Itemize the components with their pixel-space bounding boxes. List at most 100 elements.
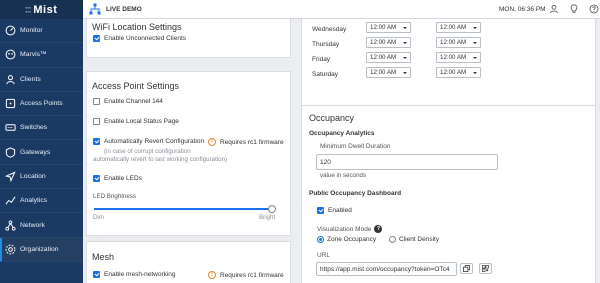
mist-logo[interactable]: ▪▪▪ ▪▪▪ Mist: [0, 0, 83, 19]
enable-local-status-checkbox[interactable]: [93, 118, 100, 125]
auto-revert-row[interactable]: Automatically Revert Configuration: [93, 138, 204, 145]
sidebar-item-organization[interactable]: Organization: [0, 237, 83, 262]
led-min-label: Dim: [93, 214, 104, 221]
sidebar-item-label: Marvis™: [20, 51, 47, 59]
end-time-value: 12:00 AM: [440, 24, 467, 31]
lightbulb-icon[interactable]: [569, 4, 579, 14]
qr-code-icon: [482, 265, 489, 272]
copy-url-button[interactable]: [460, 263, 473, 274]
start-time-select[interactable]: 12:00 AM: [366, 67, 411, 78]
auto-revert-note-1: (in case of corrupt configuration: [104, 148, 191, 155]
chevron-down-icon: [473, 71, 477, 74]
schedule-day-label: Saturday: [312, 71, 339, 78]
sidebar-item-analytics[interactable]: Analytics: [0, 189, 83, 214]
led-brightness-label: LED Brightness: [93, 193, 136, 200]
org-tree-icon: [89, 3, 101, 15]
end-time-select[interactable]: 12:00 AM: [436, 67, 481, 78]
sidebar-item-clients[interactable]: Clients: [0, 68, 83, 92]
chevron-down-icon: [403, 26, 407, 29]
analytics-icon: [4, 195, 16, 207]
access-point-settings-card: Access Point Settings Enable Channel 144…: [86, 71, 291, 236]
start-time-select[interactable]: 12:00 AM: [366, 22, 411, 33]
auto-revert-requires-text: Requires rc1 firmware: [220, 138, 284, 146]
enable-leds-row[interactable]: Enable LEDs: [93, 175, 142, 182]
end-time-select[interactable]: 12:00 AM: [436, 22, 481, 33]
question-icon[interactable]: ?: [374, 225, 383, 233]
enable-local-status-label: Enable Local Status Page: [104, 118, 179, 125]
dwell-duration-input[interactable]: 120: [316, 154, 498, 170]
viz-option-zone[interactable]: Zone Occupancy: [317, 236, 376, 243]
schedule-day-label: Friday: [312, 56, 331, 63]
enable-mesh-checkbox[interactable]: [93, 271, 100, 278]
end-time-value: 12:00 AM: [440, 69, 467, 76]
url-value: https://app.mist.com/occupancy?token=OTc…: [320, 265, 450, 273]
enable-leds-checkbox[interactable]: [93, 175, 100, 182]
enable-unconnected-clients-checkbox[interactable]: [93, 35, 100, 42]
chevron-down-icon: [473, 56, 477, 59]
sidebar-item-network[interactable]: Network: [0, 213, 83, 238]
location-icon: [4, 170, 16, 182]
mesh-title: Mesh: [92, 252, 115, 262]
sidebar-item-label: Gateways: [20, 148, 51, 156]
sidebar-item-access-points[interactable]: Access Points: [0, 92, 83, 117]
public-dashboard-heading: Public Occupancy Dashboard: [309, 190, 402, 197]
switches-icon: [4, 122, 16, 134]
zone-occupancy-radio[interactable]: [317, 236, 324, 243]
qr-code-button[interactable]: [479, 263, 492, 274]
url-input[interactable]: https://app.mist.com/occupancy?token=OTc…: [316, 262, 457, 276]
logo-text: Mist: [33, 3, 58, 16]
chevron-down-icon: [473, 41, 477, 44]
help-icon[interactable]: [589, 4, 599, 14]
live-demo-label: LIVE DEMO: [106, 5, 142, 13]
led-brightness-track[interactable]: [94, 208, 272, 210]
dashboard-enabled-label: Enabled: [328, 207, 352, 214]
dwell-duration-unit: value in seconds: [320, 172, 367, 179]
start-time-select[interactable]: 12:00 AM: [366, 52, 411, 63]
user-icon[interactable]: [549, 4, 559, 14]
monitor-icon: [4, 25, 16, 37]
chevron-down-icon: [473, 26, 477, 29]
sidebar-item-switches[interactable]: Switches: [0, 116, 83, 141]
auto-revert-checkbox[interactable]: [93, 138, 100, 145]
sidebar-item-label: Organization: [20, 245, 59, 253]
enable-local-status-row[interactable]: Enable Local Status Page: [93, 118, 179, 125]
auto-revert-note-2: automatically revert to last working con…: [93, 156, 228, 163]
sidebar-item-label: Monitor: [20, 27, 43, 35]
gateways-icon: [4, 146, 16, 158]
led-max-label: Bright: [259, 214, 276, 221]
url-label: URL: [317, 252, 331, 259]
end-time-select[interactable]: 12:00 AM: [436, 37, 481, 48]
dashboard-enabled-row[interactable]: Enabled: [317, 207, 352, 214]
sidebar-item-marvis[interactable]: Marvis™: [0, 43, 83, 68]
wifi-location-card: WiFi Location Settings Enable Unconnecte…: [86, 19, 291, 58]
occupancy-analytics-heading: Occupancy Analytics: [309, 130, 375, 137]
sidebar: ▪▪▪ ▪▪▪ Mist Monitor Marvis™ Clients Acce…: [0, 0, 83, 283]
chevron-down-icon: [403, 41, 407, 44]
header-datetime: MON, 06:36 PM: [499, 6, 546, 13]
end-time-select[interactable]: 12:00 AM: [436, 52, 481, 63]
sidebar-item-label: Access Points: [20, 100, 63, 108]
viz-option-density[interactable]: Client Density: [389, 236, 439, 243]
live-demo-org[interactable]: LIVE DEMO: [89, 3, 142, 15]
sidebar-item-gateways[interactable]: Gateways: [0, 140, 83, 165]
sidebar-item-monitor[interactable]: Monitor: [0, 19, 83, 44]
start-time-value: 12:00 AM: [370, 39, 397, 46]
enable-leds-label: Enable LEDs: [104, 175, 142, 182]
zone-occupancy-label: Zone Occupancy: [327, 236, 377, 243]
enable-mesh-row[interactable]: Enable mesh-networking: [93, 271, 176, 278]
dashboard-enabled-checkbox[interactable]: [317, 207, 324, 214]
marvis-icon: [4, 49, 16, 61]
enable-unconnected-clients-row[interactable]: Enable Unconnected Clients: [93, 35, 186, 42]
sidebar-item-location[interactable]: Location: [0, 165, 83, 190]
wifi-location-title: WiFi Location Settings: [92, 22, 182, 32]
start-time-select[interactable]: 12:00 AM: [366, 37, 411, 48]
client-density-label: Client Density: [399, 236, 440, 243]
enable-channel-144-row[interactable]: Enable Channel 144: [93, 98, 163, 105]
organization-icon: [4, 243, 16, 255]
viz-mode-row: Visualization Mode ?: [317, 225, 383, 233]
enable-channel-144-checkbox[interactable]: [93, 98, 100, 105]
viz-mode-label: Visualization Mode: [317, 225, 372, 233]
led-brightness-knob[interactable]: [268, 205, 276, 213]
client-density-radio[interactable]: [389, 236, 396, 243]
dwell-duration-label: Minimum Dwell Duration: [320, 143, 391, 150]
